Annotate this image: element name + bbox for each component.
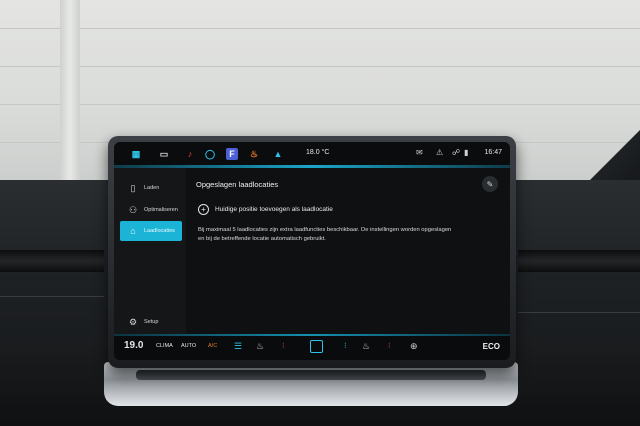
sidebar-item-label: Setup — [144, 319, 159, 325]
seat-heat-icon[interactable]: ♨ — [248, 148, 260, 160]
screen-chrome-trim — [104, 362, 518, 406]
outside-temperature: 18.0 °C — [306, 149, 330, 156]
connectivity-icon: ▮ — [464, 148, 469, 157]
sidebar-item-label: Laden — [144, 185, 160, 191]
plus-circle-icon: + — [198, 204, 209, 215]
auto-button[interactable]: AUTO — [181, 343, 196, 349]
main-panel: Opgeslagen laadlocaties ✎ + Huidige posi… — [186, 168, 510, 334]
sidebar-item-laden[interactable]: ▯ Laden — [120, 178, 182, 198]
add-current-position-label: Huidige positie toevoegen als laadlocati… — [215, 206, 333, 213]
heat-level-indicator: ⁝ — [282, 341, 285, 350]
dash-vent-left — [0, 250, 104, 272]
add-current-position-button[interactable]: + Huidige positie toevoegen als laadloca… — [198, 204, 333, 215]
climate-temperature[interactable]: 19.0 — [124, 340, 143, 351]
battery-icon: ▯ — [130, 182, 136, 193]
app-grid-icon[interactable]: ▦ — [130, 148, 142, 160]
sidebar: ▯ Laden ⚇ Optimaliseren ⌂ Laadlocaties ⚙… — [114, 168, 186, 334]
warning-icon: ⚠ — [436, 148, 444, 157]
add-shortcut-icon[interactable]: ⊕ — [410, 341, 418, 352]
seat-heater-right-icon[interactable]: ♨ — [362, 341, 370, 352]
sidebar-item-laadlocaties[interactable]: ⌂ Laadlocaties — [120, 221, 182, 241]
dash-stitch-right — [518, 312, 640, 313]
clock: 16:47 — [484, 149, 502, 156]
sidebar-item-setup[interactable]: ⚙ Setup — [120, 312, 182, 332]
signal-icon: ☍ — [452, 148, 461, 157]
fan-menu-icon[interactable]: ☰ — [234, 341, 242, 352]
navigation-icon[interactable]: ▲ — [272, 148, 284, 160]
message-icon[interactable]: ✉ — [416, 149, 423, 157]
page-title: Opgeslagen laadlocaties — [196, 180, 279, 189]
edit-button[interactable]: ✎ — [482, 176, 498, 192]
ac-button[interactable]: A/C — [208, 343, 217, 349]
wall-panel-seam — [0, 104, 640, 105]
app-f-icon[interactable]: F — [226, 148, 238, 160]
wall-post — [60, 0, 80, 190]
plug-icon: ⚇ — [128, 204, 138, 215]
dash-vent-right — [518, 250, 640, 272]
voice-assistant-icon[interactable]: ◯ — [204, 148, 216, 160]
music-icon[interactable]: ♪ — [184, 148, 196, 160]
pencil-icon: ✎ — [486, 179, 494, 189]
sidebar-item-label: Laadlocaties — [144, 228, 175, 234]
defrost-button[interactable] — [310, 340, 323, 353]
status-bar: ▦ ▭ ♪ ◯ F ♨ ▲ 18.0 °C ✉ ⚠ ☍ ▮ 16:47 — [114, 142, 510, 168]
clima-button[interactable]: CLIMA — [156, 343, 173, 349]
dash-stitch-left — [0, 296, 104, 297]
trim-slot — [136, 370, 486, 380]
location-charge-icon: ⌂ — [130, 226, 136, 236]
wall-panel-seam — [0, 28, 640, 29]
sidebar-item-label: Optimaliseren — [144, 207, 178, 213]
drive-mode-badge[interactable]: ECO — [483, 342, 500, 351]
car-icon[interactable]: ▭ — [158, 148, 170, 160]
fan-level-indicator: ⁝ — [344, 341, 347, 350]
wall-panel-seam — [0, 66, 640, 67]
info-text: Bij maximaal 5 laadlocaties zijn extra l… — [198, 227, 452, 242]
heat-level-right-indicator: ⁝ — [388, 341, 391, 350]
sidebar-item-optimaliseren[interactable]: ⚇ Optimaliseren — [120, 200, 182, 220]
infotainment-screen: ▦ ▭ ♪ ◯ F ♨ ▲ 18.0 °C ✉ ⚠ ☍ ▮ 16:47 ▯ La… — [114, 142, 510, 360]
gear-icon: ⚙ — [128, 316, 138, 327]
climate-bar: 19.0 CLIMA AUTO A/C ☰ ♨ ⁝ ⁝ ♨ ⁝ ⊕ ECO — [114, 334, 510, 360]
seat-heater-icon[interactable]: ♨ — [256, 341, 264, 352]
